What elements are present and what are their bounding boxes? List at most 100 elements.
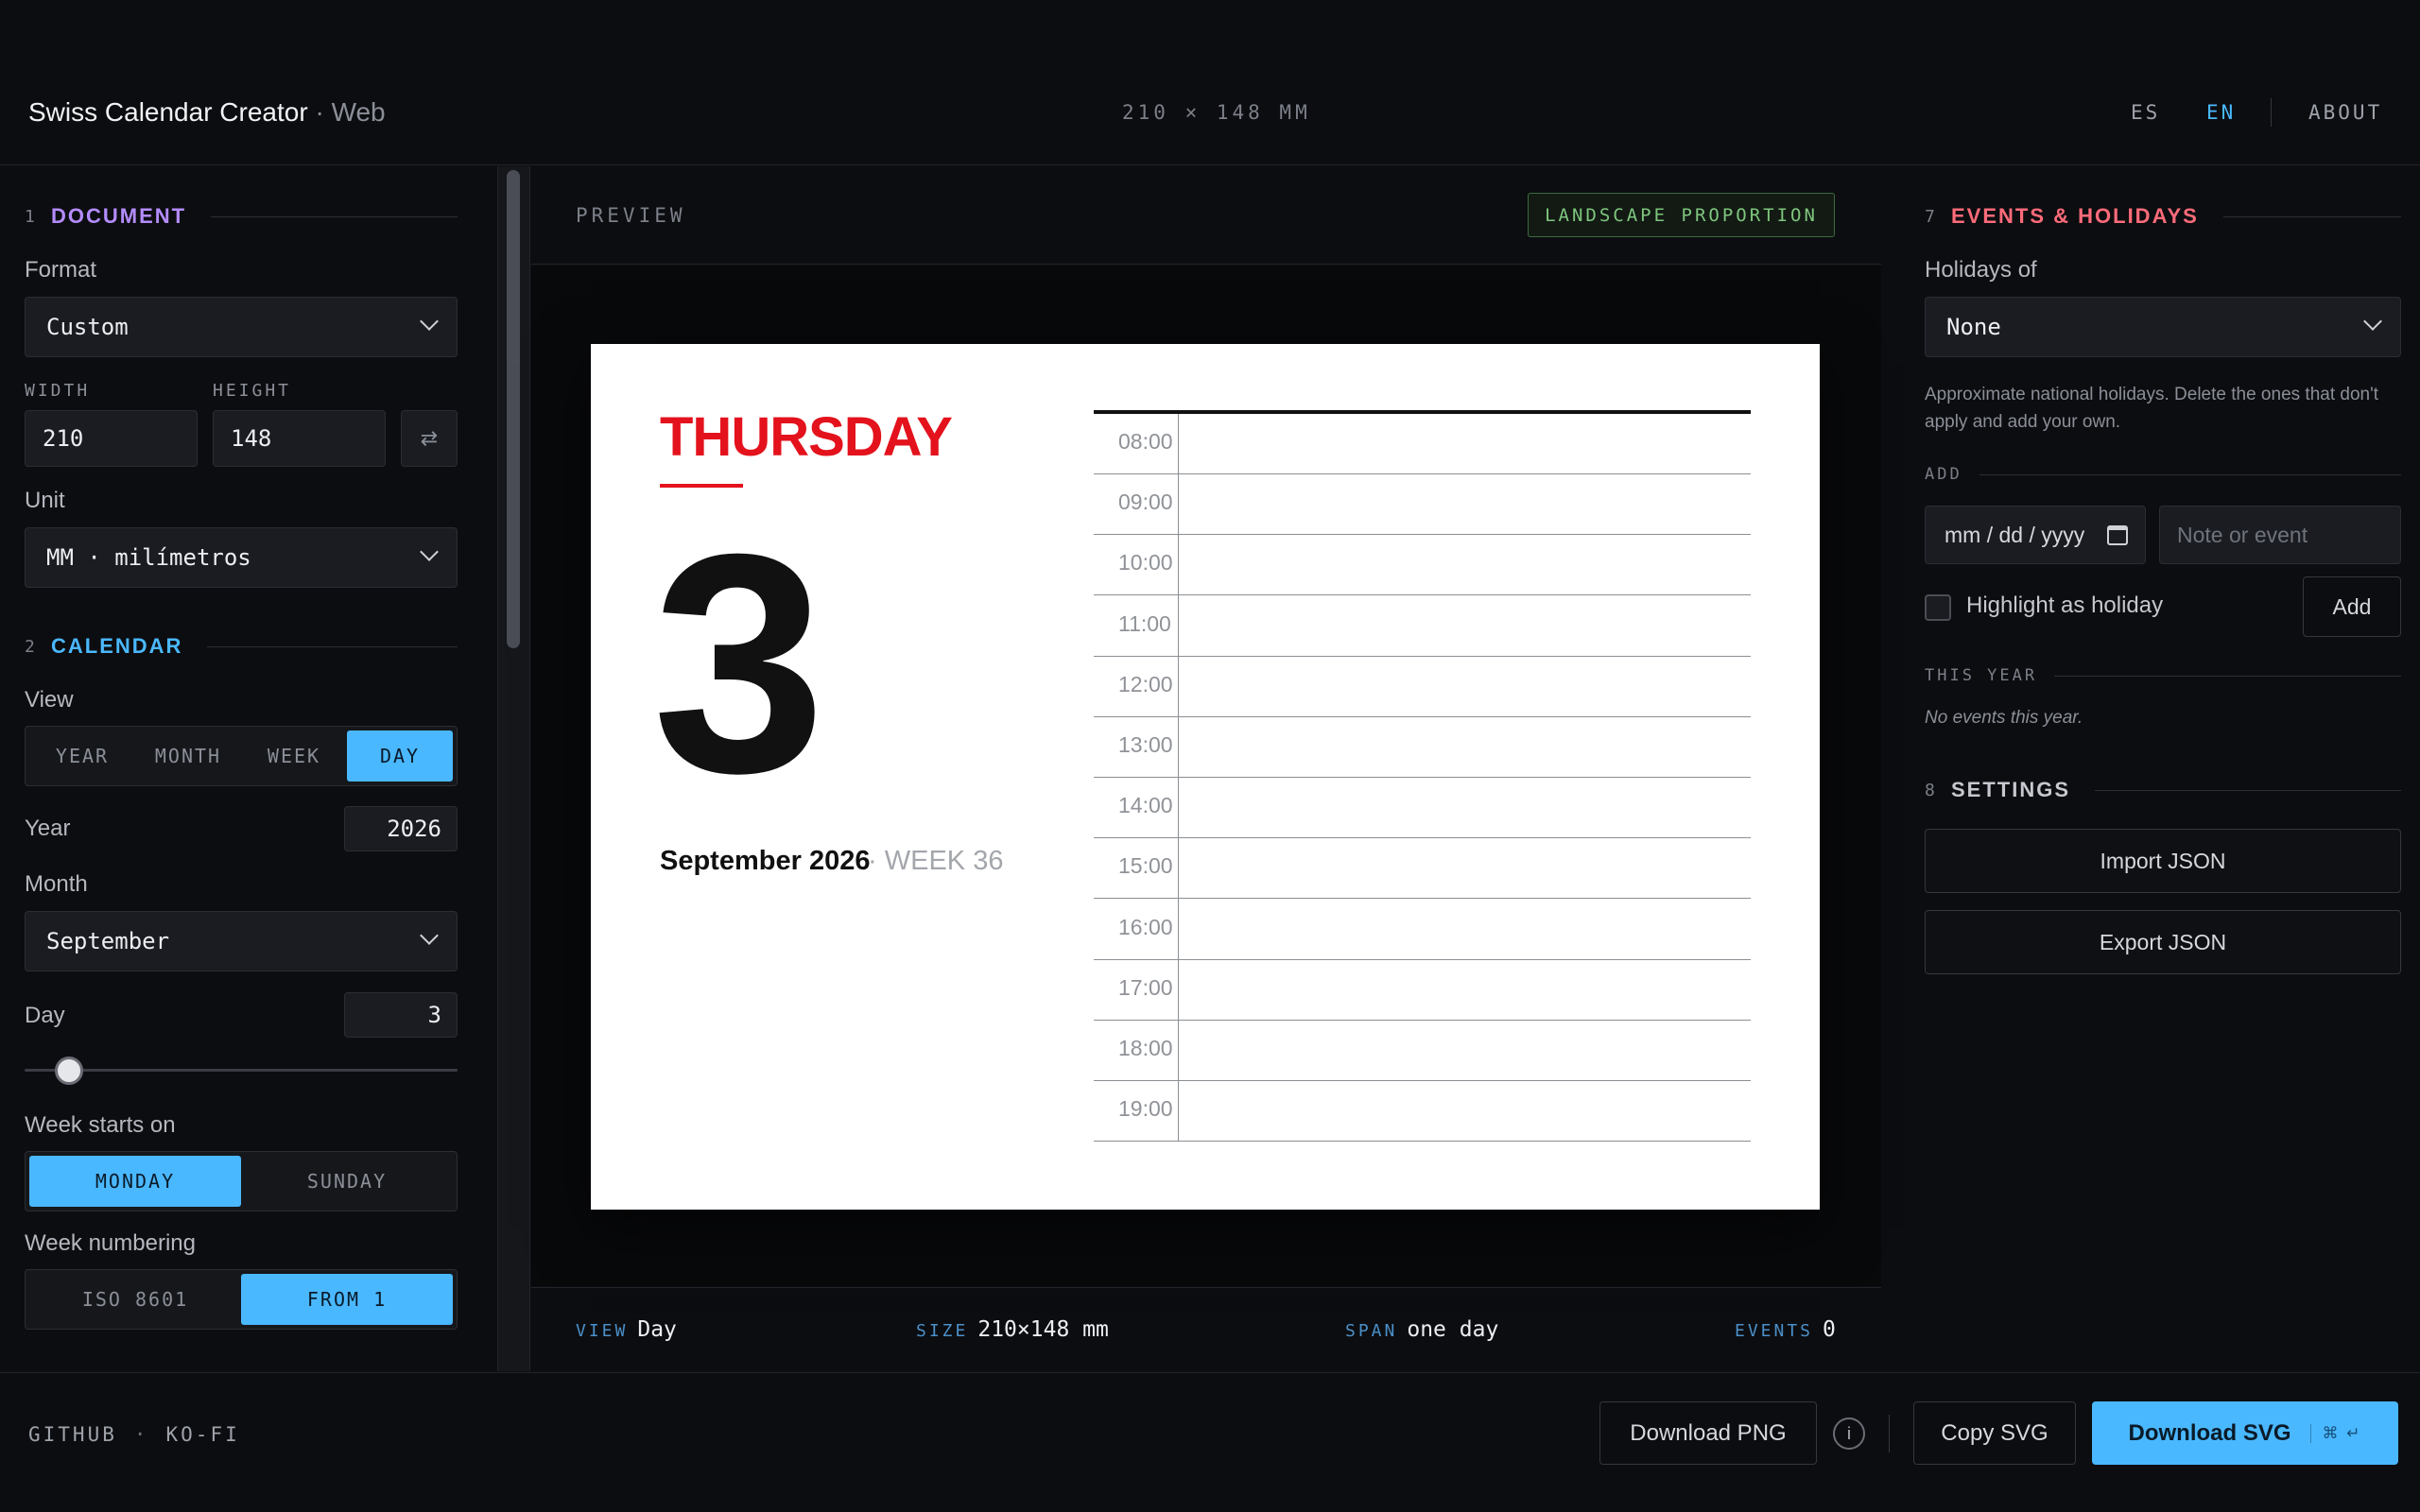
unit-select[interactable]: MM · milímetros [25,527,458,588]
holidays-label: Holidays of [1925,257,2037,283]
stat-events: EVENTS 0 [1735,1317,1836,1342]
stat-span: SPAN one day [1345,1317,1498,1342]
week-start-segmented-control: MONDAY SUNDAY [25,1151,458,1211]
week-start-label: Week starts on [25,1112,176,1138]
view-label: View [25,687,74,713]
add-label: ADD [1925,465,1962,484]
section-divider [207,645,458,647]
format-select[interactable]: Custom [25,297,458,357]
download-svg-button[interactable]: Download SVG ⌘ ↵ [2092,1401,2398,1465]
export-json-button[interactable]: Export JSON [1925,910,2401,974]
kofi-link[interactable]: KO-FI [166,1423,240,1446]
preview-week-number: · WEEK 36 [868,846,1003,877]
week-numbering-from1[interactable]: FROM 1 [241,1274,453,1325]
format-value: Custom [46,314,129,340]
section-number: 8 [1925,780,1935,800]
day-slider-handle[interactable] [55,1057,84,1085]
swap-dimensions-button[interactable]: ⇄ [401,410,458,467]
date-placeholder: mm / dd / yyyy [1945,522,2085,547]
view-option-year[interactable]: YEAR [29,730,135,782]
width-input[interactable]: 210 [25,410,198,467]
import-json-button[interactable]: Import JSON [1925,829,2401,893]
holidays-select[interactable]: None [1925,297,2401,357]
schedule-slot: 08:00 [1094,414,1751,474]
highlight-holiday-label[interactable]: Highlight as holiday [1966,593,2163,619]
stats-bar [531,1287,1881,1371]
keyboard-shortcut-hint: ⌘ ↵ [2309,1423,2362,1443]
view-option-day[interactable]: DAY [347,730,453,782]
section-divider [2222,215,2401,217]
chevron-down-icon [420,542,439,561]
day-input[interactable]: 3 [344,992,458,1038]
year-value: 2026 [387,816,441,842]
section-number: 2 [25,636,35,657]
year-input[interactable]: 2026 [344,806,458,851]
section-title: CALENDAR [51,634,183,658]
chevron-down-icon [420,312,439,331]
add-event-button[interactable]: Add [2303,576,2401,637]
preview-week-text: WEEK 36 [884,846,1004,876]
header-divider [2271,98,2272,127]
month-label: Month [25,871,88,897]
section-title: SETTINGS [1951,778,2071,801]
app-brand: Swiss Calendar Creator · Web [28,97,386,128]
section-number: 7 [1925,206,1935,227]
schedule-time-label: 11:00 [1118,610,1171,636]
day-label: Day [25,1003,65,1028]
view-segmented-control: YEAR MONTH WEEK DAY [25,726,458,786]
schedule-time-label: 10:00 [1118,550,1173,576]
calendar-icon[interactable] [2107,525,2128,545]
stat-span-value: one day [1407,1317,1499,1342]
event-note-input[interactable]: Note or event [2159,506,2401,564]
github-link[interactable]: GITHUB [28,1423,117,1446]
schedule-time-label: 19:00 [1118,1096,1173,1122]
section-document-header: 1 DOCUMENT [25,202,458,231]
chevron-down-icon [2363,312,2382,331]
section-events-header: 7 EVENTS & HOLIDAYS [1925,202,2401,231]
preview-day-number: 3 [652,489,826,837]
view-option-week[interactable]: WEEK [241,730,347,782]
schedule-time-label: 09:00 [1118,490,1173,515]
week-start-sunday[interactable]: SUNDAY [241,1156,453,1207]
unit-value: MM · milímetros [46,544,251,571]
stat-size-key: SIZE [916,1321,969,1341]
holidays-value: None [1946,314,2001,340]
week-numbering-iso[interactable]: ISO 8601 [29,1274,241,1325]
schedule-slot: 18:00 [1094,1021,1751,1081]
preview-dot: · [868,846,877,876]
section-settings-header: 8 SETTINGS [1925,776,2401,804]
schedule-slot: 11:00 [1094,596,1751,657]
day-value: 3 [427,1002,441,1028]
day-slider-track[interactable] [25,1069,458,1072]
schedule-slot: 14:00 [1094,778,1751,839]
view-option-month[interactable]: MONTH [135,730,241,782]
stat-size: SIZE 210×148 mm [916,1317,1109,1342]
height-input[interactable]: 148 [213,410,386,467]
chevron-down-icon [420,926,439,945]
month-select[interactable]: September [25,911,458,971]
this-year-divider [2054,675,2401,677]
lang-en-link[interactable]: EN [2206,101,2236,124]
event-date-input[interactable]: mm / dd / yyyy [1925,506,2146,564]
week-start-monday[interactable]: MONDAY [29,1156,241,1207]
schedule-time-label: 16:00 [1118,914,1173,939]
stat-view-key: VIEW [576,1321,629,1341]
lang-es-link[interactable]: ES [2131,101,2160,124]
width-label: WIDTH [25,381,91,401]
schedule-time-label: 08:00 [1118,429,1173,454]
highlight-holiday-checkbox[interactable] [1925,594,1951,621]
stat-view: VIEW Day [576,1317,677,1342]
footer-links: GITHUB · KO-FI [28,1423,240,1446]
week-numbering-segmented-control: ISO 8601 FROM 1 [25,1269,458,1330]
sidebar-scrollbar-thumb[interactable] [507,170,520,648]
copy-svg-button[interactable]: Copy SVG [1913,1401,2076,1465]
schedule-slot: 10:00 [1094,535,1751,596]
download-png-button[interactable]: Download PNG [1599,1401,1817,1465]
about-link[interactable]: ABOUT [2308,101,2382,124]
height-label: HEIGHT [213,381,292,401]
width-value: 210 [43,425,84,452]
document-dimensions: 210 × 148 MM [1122,101,1311,124]
app-title: Swiss Calendar Creator [28,97,308,127]
schedule-time-label: 14:00 [1118,793,1173,818]
info-icon[interactable]: i [1833,1418,1865,1450]
